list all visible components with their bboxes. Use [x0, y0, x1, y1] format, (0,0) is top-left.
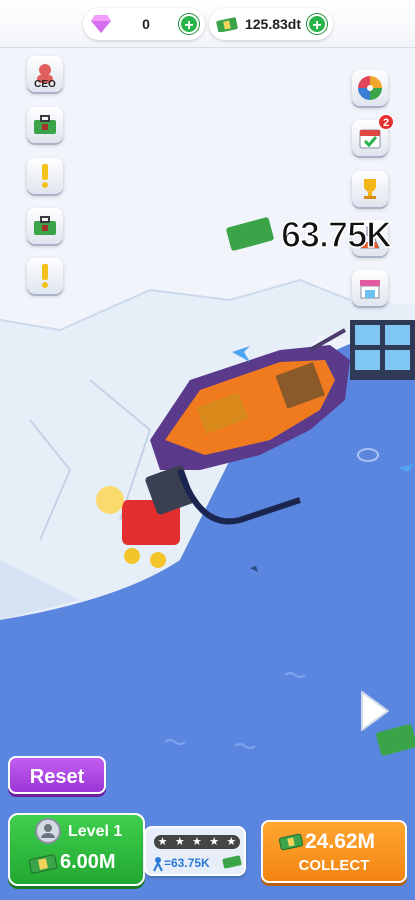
production-rate: =63.75K — [164, 856, 210, 870]
briefcase-icon — [34, 115, 56, 134]
calendar-badge: 2 — [378, 114, 394, 130]
production-rate-card: ★ ★ ★ ★ ★ =63.75K — [144, 826, 246, 876]
star-icon: ★ — [226, 836, 237, 848]
briefcase-icon — [34, 216, 56, 235]
star-icon: ★ — [174, 836, 185, 848]
cash-value: 125.83dt — [244, 16, 302, 32]
exclamation-icon — [42, 264, 48, 288]
reset-button[interactable]: Reset — [8, 756, 106, 794]
cash-stack-icon — [222, 855, 242, 869]
star-icon: ★ — [192, 836, 202, 848]
calendar-check-icon — [359, 129, 381, 149]
prize-wheel-icon — [358, 76, 382, 100]
wheel-button[interactable] — [352, 70, 388, 106]
fisherman-icon — [153, 857, 163, 872]
briefcase-button-1[interactable] — [27, 107, 63, 143]
add-gems-button[interactable]: + — [179, 14, 199, 34]
upgrade-level-button[interactable]: Level 1 6.00M — [8, 813, 145, 886]
shop-icon — [360, 280, 380, 299]
shop-button[interactable] — [352, 270, 388, 306]
add-cash-button[interactable]: + — [307, 14, 327, 34]
diamond-icon — [89, 12, 113, 36]
alert-button-1[interactable] — [27, 158, 63, 194]
exclamation-icon — [42, 164, 48, 188]
gems-value: 0 — [142, 16, 150, 32]
collect-amount: 24.62M — [305, 830, 376, 853]
gems-counter: 0 + — [83, 8, 205, 40]
collect-label: COLLECT — [298, 857, 370, 874]
star-rating: ★ ★ ★ ★ ★ — [154, 835, 240, 849]
cash-counter: 125.83dt + — [209, 8, 333, 40]
cash-stack-icon — [279, 833, 303, 851]
alert-button-2[interactable] — [27, 258, 63, 294]
ceo-button[interactable]: CEO — [27, 56, 63, 92]
next-arrow-icon[interactable] — [360, 690, 390, 732]
calendar-button[interactable]: 2 — [352, 114, 394, 156]
level-label: Level 1 — [68, 823, 123, 840]
worker-icon — [35, 818, 61, 844]
floating-income-text: 63.75K — [280, 213, 393, 256]
collect-button[interactable]: 24.62M COLLECT — [261, 820, 407, 883]
star-icon: ★ — [157, 836, 168, 848]
star-icon: ★ — [209, 836, 220, 848]
trophy-icon — [364, 179, 376, 199]
top-bar: 0 + 125.83dt + — [0, 0, 415, 48]
briefcase-button-2[interactable] — [27, 208, 63, 244]
cash-stack-icon — [215, 12, 239, 36]
cash-stack-icon — [28, 854, 58, 874]
level-upgrade-price: 6.00M — [60, 851, 116, 873]
ceo-label: CEO — [34, 79, 56, 90]
trophy-button[interactable] — [352, 171, 388, 207]
